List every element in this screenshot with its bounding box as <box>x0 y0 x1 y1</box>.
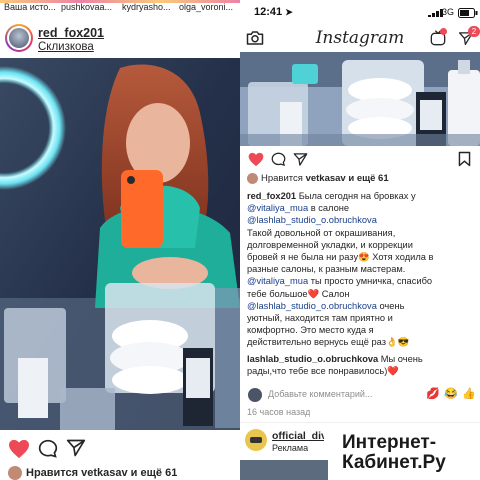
caption-text: очень <box>376 300 405 311</box>
caption-line: комфортно. Это место куда я <box>247 324 374 336</box>
caption-text: комфортно. Это место куда я <box>247 325 374 336</box>
username-link[interactable]: lashlab_studio_o.obruchkova <box>247 354 378 364</box>
caption-line: разные салоны, к разным мастерам. <box>247 263 405 275</box>
caption-line: уютный, находится там приятно и <box>247 312 393 324</box>
direct-badge: 2 <box>468 26 480 37</box>
feed-divider <box>240 422 480 423</box>
status-bar: 12:41 ➤ 3G <box>240 0 480 26</box>
caption-line: бровей я не была ни разу😍 Хотя ходила в <box>247 251 433 263</box>
bookmark-icon[interactable] <box>458 151 471 167</box>
caption-line: red_fox201 Была сегодня на бровках у <box>247 190 416 202</box>
caption-text: уютный, находится там приятно и <box>247 313 393 323</box>
comment-input[interactable]: Добавьте комментарий... <box>268 389 418 399</box>
avatar-ring[interactable] <box>5 24 33 52</box>
post-username[interactable]: red_fox201 <box>38 26 104 40</box>
likes-line[interactable]: Нравится vetkasav и ещё 61 <box>247 172 389 186</box>
post-location[interactable]: Склизкова <box>38 41 94 53</box>
emoji-kiss[interactable]: 💋 <box>426 387 440 400</box>
watermark-line1: Интернет- <box>342 432 437 453</box>
caption-line: @vitaliya_mua в салоне <box>247 202 349 214</box>
igtv-badge-dot <box>440 28 447 35</box>
post-photo-art <box>240 52 480 146</box>
caption-text: долговременной укладки, и коррекции <box>247 239 413 250</box>
post-photo-art <box>0 58 240 430</box>
watermark-line2: Кабинет.Ру <box>342 452 446 473</box>
app-header: Instagram 2 <box>240 26 480 52</box>
mention-link[interactable]: @vitaliya_mua <box>247 276 308 286</box>
share-icon[interactable] <box>66 438 86 458</box>
next-post-avatar[interactable] <box>245 429 267 451</box>
emoji-thumbs-up[interactable]: 👍 <box>462 387 476 400</box>
likes-user[interactable]: vetkasav <box>306 173 346 184</box>
post-photo[interactable] <box>0 58 240 430</box>
battery-icon <box>458 8 478 18</box>
left-screenshot: Ваша исто... pushkovaa... kydryasho... o… <box>0 0 240 480</box>
stories-strip: Ваша исто... pushkovaa... kydryasho... o… <box>0 0 240 18</box>
post-time-ago: 16 часов назад <box>247 407 311 417</box>
avatar <box>9 28 29 48</box>
story-item[interactable]: kydryasho... <box>122 2 171 12</box>
story-item[interactable]: Ваша исто... <box>4 2 56 12</box>
caption-line: lashlab_studio_o.obruchkova Мы очень <box>247 353 423 365</box>
heart-icon[interactable] <box>248 152 264 167</box>
caption-line: @vitaliya_mua ты просто умничка, спасибо <box>247 275 432 287</box>
likes-count[interactable]: и ещё 61 <box>348 173 388 184</box>
own-avatar <box>248 388 262 402</box>
comment-reply: lashlab_studio_o.obruchkova Мы очень рады… <box>240 353 480 381</box>
action-bar <box>240 146 480 172</box>
comment-icon[interactable] <box>38 439 58 459</box>
caption-text: Мы очень <box>378 354 423 364</box>
comment-input-row: Добавьте комментарий... 💋 😂 👍 <box>240 384 480 406</box>
caption-line: долговременной укладки, и коррекции <box>247 239 413 251</box>
left-action-bar <box>0 430 240 466</box>
left-likes-line[interactable]: Нравится vetkasav и ещё 61 <box>8 466 177 480</box>
post-header: red_fox201 Склизкова <box>0 20 240 58</box>
caption-text: действительно вернусь ещё раз👌😎 <box>247 337 410 348</box>
caption-text: тебе большое❤️ Салон <box>247 288 350 299</box>
likes-prefix: Нравится <box>261 173 303 184</box>
emoji-laugh[interactable]: 😂 <box>444 387 458 400</box>
caption-line: действительно вернусь ещё раз👌😎 <box>247 336 409 348</box>
caption-text: Была сегодня на бровках у <box>296 191 416 201</box>
mention-link[interactable]: @lashlab_studio_o.obruchkova <box>247 215 377 225</box>
mention-link[interactable]: @vitaliya_mua <box>247 203 308 213</box>
story-item[interactable]: olga_voroni... <box>179 2 233 12</box>
share-icon[interactable] <box>293 152 308 167</box>
left-likes-text: Нравится vetkasav и ещё 61 <box>26 466 178 479</box>
heart-icon[interactable] <box>8 439 30 459</box>
network-type: 3G <box>442 7 455 17</box>
right-screenshot: 12:41 ➤ 3G Instagram 2 Нравится vetkasav… <box>240 0 480 480</box>
caption-line: @lashlab_studio_o.obruchkova <box>247 214 377 226</box>
caption-text: бровей я не была ни разу😍 Хотя ходила в <box>247 252 434 262</box>
liker-avatar <box>8 466 22 480</box>
status-time-text: 12:41 <box>254 6 283 18</box>
caption-line: тебе большое❤️ Салон <box>247 288 350 300</box>
mention-link[interactable]: @lashlab_studio_o.obruchkova <box>247 301 377 311</box>
caption-text: в салоне <box>308 203 350 214</box>
caption-line: рады,что тебе все понравилось)❤️ <box>247 365 399 377</box>
caption-text: Такой довольной от окрашивания, <box>247 227 396 238</box>
post-photo[interactable] <box>240 52 480 146</box>
caption-text: ты просто умничка, спасибо <box>308 276 433 287</box>
sponsored-label: Реклама <box>272 443 309 453</box>
next-post-username[interactable]: official_div <box>272 430 324 442</box>
caption-text: рады,что тебе все понравилось)❤️ <box>247 366 399 377</box>
liker-avatar <box>247 172 258 184</box>
story-item[interactable]: pushkovaa... <box>61 2 112 12</box>
caption-line: Такой довольной от окрашивания, <box>247 227 395 239</box>
caption-text: разные салоны, к разным мастерам. <box>247 264 406 275</box>
caption-line: @lashlab_studio_o.obruchkova очень <box>247 300 404 312</box>
status-time: 12:41 ➤ <box>254 6 293 18</box>
watermark-box: Интернет- Кабинет.Ру <box>328 426 480 480</box>
username-link[interactable]: red_fox201 <box>247 191 296 201</box>
comment-icon[interactable] <box>271 152 286 167</box>
